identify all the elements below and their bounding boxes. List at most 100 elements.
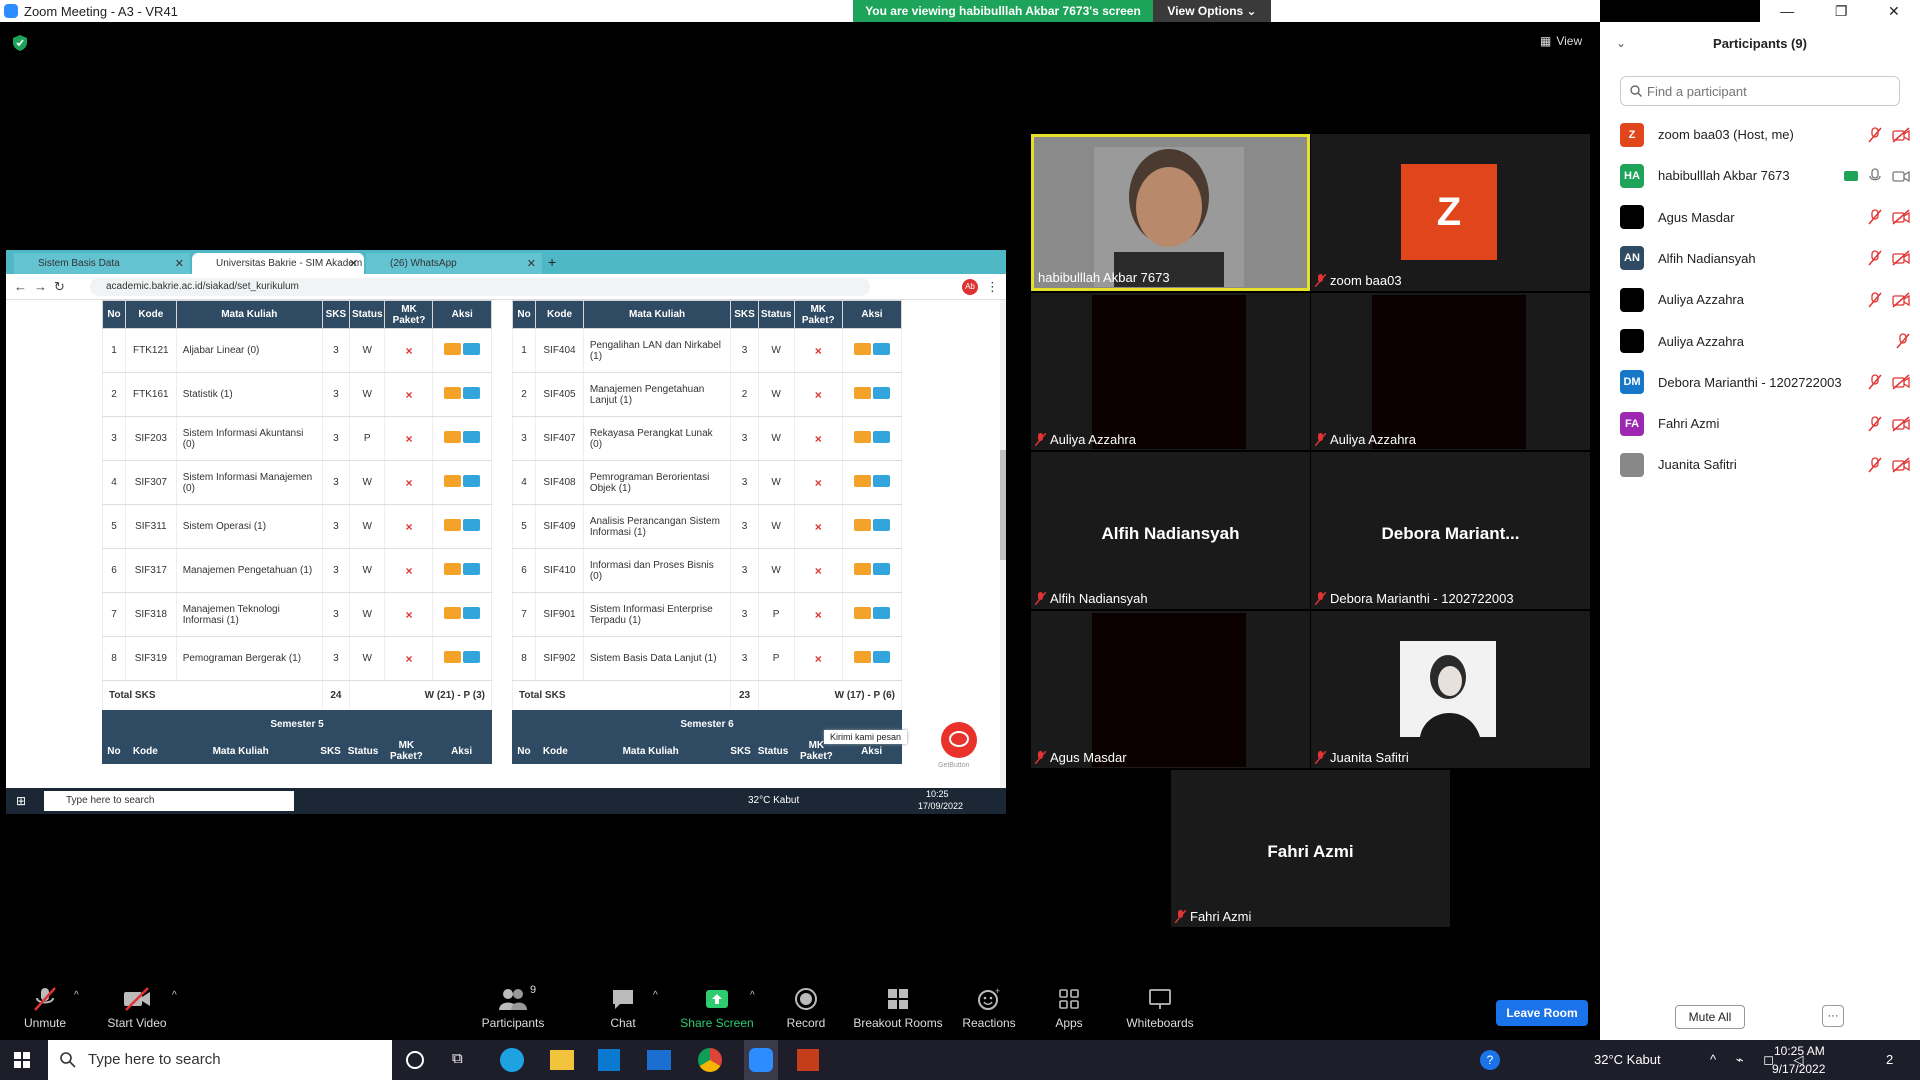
reload-icon[interactable]: ↻ xyxy=(54,279,65,295)
view-eye-button[interactable] xyxy=(463,519,481,531)
close-tab-icon[interactable]: ✕ xyxy=(175,257,184,270)
help-icon[interactable]: ? xyxy=(1480,1050,1500,1070)
close-tab-icon[interactable]: ✕ xyxy=(349,257,358,270)
share-screen-button[interactable]: Share Screen xyxy=(672,976,762,1040)
video-tile[interactable]: Fahri Azmi Fahri Azmi xyxy=(1171,770,1450,927)
edit-settings-button[interactable] xyxy=(853,651,871,663)
view-eye-button[interactable] xyxy=(463,563,481,575)
video-tile[interactable]: Agus Masdar xyxy=(1031,611,1310,768)
edit-settings-button[interactable] xyxy=(853,343,871,355)
edit-settings-button[interactable] xyxy=(444,651,462,663)
powerpoint-icon[interactable] xyxy=(797,1049,819,1071)
view-eye-button[interactable] xyxy=(872,475,890,487)
menu-icon[interactable]: ⋮ xyxy=(986,279,999,295)
unmute-button[interactable]: Unmute xyxy=(0,976,90,1040)
participants-button[interactable]: Participants xyxy=(468,976,558,1040)
task-view-icon[interactable]: ⧉ xyxy=(452,1050,463,1067)
view-button[interactable]: ▦ View xyxy=(1540,34,1582,48)
edit-settings-button[interactable] xyxy=(444,475,462,487)
video-tile[interactable]: Debora Mariant... Debora Marianthi - 120… xyxy=(1311,452,1590,609)
video-options-chevron-icon[interactable]: ^ xyxy=(172,990,177,1001)
video-tile[interactable]: Juanita Safitri xyxy=(1311,611,1590,768)
edit-settings-button[interactable] xyxy=(444,563,462,575)
edit-settings-button[interactable] xyxy=(444,519,462,531)
view-eye-button[interactable] xyxy=(463,387,481,399)
video-tile[interactable]: Auliya Azzahra xyxy=(1311,293,1590,450)
view-eye-button[interactable] xyxy=(872,651,890,663)
video-tile[interactable]: Z zoom baa03 xyxy=(1311,134,1590,291)
video-tile[interactable]: Auliya Azzahra xyxy=(1031,293,1310,450)
shield-icon[interactable] xyxy=(13,35,27,51)
participant-row[interactable]: Auliya Azzahra xyxy=(1620,279,1910,320)
edit-settings-button[interactable] xyxy=(853,607,871,619)
edit-settings-button[interactable] xyxy=(853,431,871,443)
start-video-button[interactable]: Start Video xyxy=(92,976,182,1040)
zoom-taskbar-item[interactable] xyxy=(744,1040,778,1080)
audio-options-chevron-icon[interactable]: ^ xyxy=(74,990,79,1001)
edit-settings-button[interactable] xyxy=(444,431,462,443)
chrome-icon[interactable] xyxy=(698,1048,722,1072)
view-eye-button[interactable] xyxy=(872,607,890,619)
find-participant-input[interactable] xyxy=(1620,76,1900,106)
mail-icon[interactable] xyxy=(647,1050,671,1070)
reactions-button[interactable]: + Reactions xyxy=(944,976,1034,1040)
leave-room-button[interactable]: Leave Room xyxy=(1496,1000,1588,1026)
record-button[interactable]: Record xyxy=(761,976,851,1040)
view-eye-button[interactable] xyxy=(872,343,890,355)
close-icon[interactable]: ✕ xyxy=(1888,3,1900,20)
view-eye-button[interactable] xyxy=(872,387,890,399)
mute-all-button[interactable]: Mute All xyxy=(1675,1005,1745,1029)
edit-settings-button[interactable] xyxy=(853,519,871,531)
share-options-chevron-icon[interactable]: ^ xyxy=(750,990,755,1001)
edge-icon[interactable] xyxy=(500,1048,524,1072)
minimize-icon[interactable]: — xyxy=(1780,3,1794,19)
participant-row[interactable]: Agus Masdar xyxy=(1620,197,1910,238)
profile-avatar[interactable]: Ab xyxy=(962,279,978,295)
view-eye-button[interactable] xyxy=(463,475,481,487)
participant-row[interactable]: FA Fahri Azmi xyxy=(1620,403,1910,444)
forward-icon[interactable]: → xyxy=(34,279,47,294)
restore-icon[interactable]: ❐ xyxy=(1835,3,1848,20)
view-eye-button[interactable] xyxy=(463,651,481,663)
notification-count[interactable]: 2 xyxy=(1886,1052,1893,1067)
taskbar-search-box[interactable]: Type here to search xyxy=(48,1040,392,1080)
apps-button[interactable]: Apps xyxy=(1024,976,1114,1040)
browser-tab-active[interactable]: Universitas Bakrie - SIM Akadem ✕ xyxy=(192,253,364,274)
chat-widget-button[interactable] xyxy=(941,722,977,758)
edit-settings-button[interactable] xyxy=(853,563,871,575)
edit-settings-button[interactable] xyxy=(444,607,462,619)
edit-settings-button[interactable] xyxy=(853,387,871,399)
edit-settings-button[interactable] xyxy=(853,475,871,487)
video-tile-active-speaker[interactable]: habibulllah Akbar 7673 xyxy=(1031,134,1310,291)
view-eye-button[interactable] xyxy=(872,563,890,575)
windows-start-icon[interactable] xyxy=(14,1052,30,1068)
store-icon[interactable] xyxy=(598,1049,620,1071)
chat-options-chevron-icon[interactable]: ^ xyxy=(653,990,658,1001)
close-tab-icon[interactable]: ✕ xyxy=(527,257,536,270)
participant-row[interactable]: Juanita Safitri xyxy=(1620,444,1910,485)
more-options-button[interactable]: ··· xyxy=(1822,1005,1844,1027)
new-tab-icon[interactable]: + xyxy=(548,254,556,270)
url-field[interactable]: academic.bakrie.ac.id/siakad/set_kurikul… xyxy=(90,278,870,296)
participant-row[interactable]: HA habibulllah Akbar 7673 xyxy=(1620,155,1910,196)
participant-row[interactable]: DM Debora Marianthi - 1202722003 xyxy=(1620,362,1910,403)
view-eye-button[interactable] xyxy=(463,343,481,355)
scrollbar-thumb[interactable] xyxy=(1000,450,1006,560)
breakout-rooms-button[interactable]: Breakout Rooms xyxy=(852,976,944,1040)
back-icon[interactable]: ← xyxy=(14,279,27,294)
browser-tab[interactable]: Sistem Basis Data ✕ xyxy=(14,253,190,274)
view-eye-button[interactable] xyxy=(872,431,890,443)
video-tile[interactable]: Alfih Nadiansyah Alfih Nadiansyah xyxy=(1031,452,1310,609)
view-eye-button[interactable] xyxy=(872,519,890,531)
view-eye-button[interactable] xyxy=(463,431,481,443)
participant-row[interactable]: Zzoom baa03 (Host, me) xyxy=(1620,114,1910,155)
view-eye-button[interactable] xyxy=(463,607,481,619)
cortana-icon[interactable] xyxy=(406,1051,424,1069)
edit-settings-button[interactable] xyxy=(444,343,462,355)
browser-tab[interactable]: (26) WhatsApp ✕ xyxy=(366,253,542,274)
view-options-button[interactable]: View Options ⌄ xyxy=(1153,0,1271,22)
edit-settings-button[interactable] xyxy=(444,387,462,399)
whiteboards-button[interactable]: Whiteboards xyxy=(1114,976,1206,1040)
file-explorer-icon[interactable] xyxy=(550,1050,574,1070)
participant-row[interactable]: AN Alfih Nadiansyah xyxy=(1620,238,1910,279)
